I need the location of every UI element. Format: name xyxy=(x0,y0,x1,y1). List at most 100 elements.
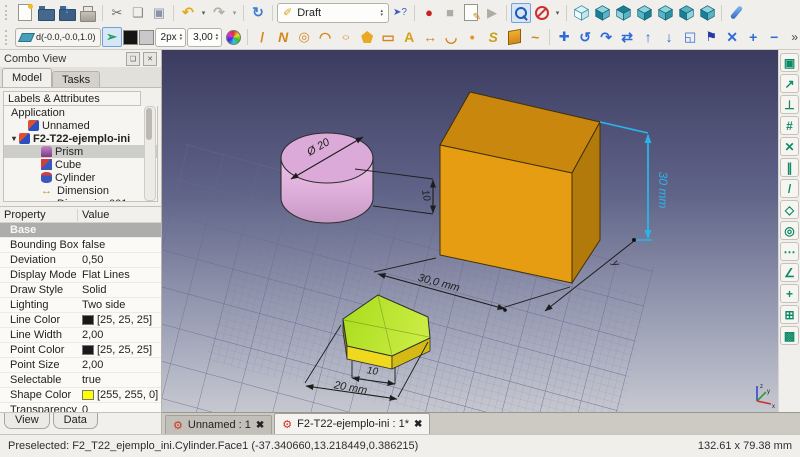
tree-item-f2-t22-ejemplo-ini[interactable]: ▾ F2-T22-ejemplo-ini xyxy=(4,132,157,145)
tab-view[interactable]: View xyxy=(4,413,50,429)
tree-item-dimension001[interactable]: Dimension001 xyxy=(4,197,157,202)
view-top-icon[interactable] xyxy=(613,3,633,23)
property-line-width[interactable]: Line Width 2,00 xyxy=(0,328,161,343)
snap-perpendicular-icon[interactable]: ⊥ xyxy=(780,95,799,114)
tab-data[interactable]: Data xyxy=(53,413,98,429)
property-point-size[interactable]: Point Size 2,00 xyxy=(0,358,161,373)
snap-endpoint-icon[interactable]: ↗ xyxy=(780,74,799,93)
property-lighting[interactable]: Lighting Two side xyxy=(0,298,161,313)
snap-toggle-button[interactable]: ➢ xyxy=(102,27,122,47)
property-deviation[interactable]: Deviation 0,50 xyxy=(0,253,161,268)
snap-working-plane-icon[interactable]: ⊞ xyxy=(780,305,799,324)
tree-item-application[interactable]: Application xyxy=(4,106,157,119)
property-line-color[interactable]: Line Color [25, 25, 25] xyxy=(0,313,161,328)
refresh-icon[interactable]: ↻ xyxy=(248,3,268,23)
draft-circle-icon[interactable]: ◎ xyxy=(294,27,314,47)
tab-model[interactable]: Model xyxy=(2,68,52,87)
property-transparency[interactable]: Transparency 0 xyxy=(0,403,161,412)
tree-item-prism[interactable]: Prism xyxy=(4,145,157,158)
property-selectable[interactable]: Selectable true xyxy=(0,373,161,388)
draft-trim-icon[interactable]: ⇄ xyxy=(617,27,637,47)
view-front-icon[interactable] xyxy=(592,3,612,23)
undo-icon[interactable]: ↶ xyxy=(178,3,198,23)
3d-viewport[interactable]: Ø 20 10 30 mm 30,0 mm y 10 xyxy=(162,50,778,412)
draft-facebinder-icon[interactable] xyxy=(504,27,524,47)
doc-tab-f2-t22[interactable]: ⚙ F2-T22-ejemplo-ini : 1* ✖ xyxy=(274,413,430,434)
view-bottom-icon[interactable] xyxy=(676,3,696,23)
tree-column-header[interactable]: Labels & Attributes xyxy=(3,91,141,106)
copy-icon[interactable]: ❏ xyxy=(128,3,148,23)
draft-point-icon[interactable]: • xyxy=(462,27,482,47)
tree-item-cylinder[interactable]: Cylinder xyxy=(4,171,157,184)
draft-scale-icon[interactable]: ◱ xyxy=(680,27,700,47)
snap-near-icon[interactable]: / xyxy=(780,179,799,198)
snap-intersection-icon[interactable]: ✕ xyxy=(780,137,799,156)
draft-arc-icon[interactable]: ◠ xyxy=(315,27,335,47)
expander-icon[interactable]: ▾ xyxy=(12,134,16,143)
snap-parallel-icon[interactable]: ∥ xyxy=(780,158,799,177)
macro-stop-icon[interactable]: ■ xyxy=(440,3,460,23)
draft-subelement-icon[interactable]: ⚑ xyxy=(701,27,721,47)
property-bounding-box[interactable]: Bounding Box false xyxy=(0,238,161,253)
property-point-color[interactable]: Point Color [25, 25, 25] xyxy=(0,343,161,358)
draw-style-icon[interactable] xyxy=(532,3,552,23)
panel-float-icon[interactable]: ❏ xyxy=(126,52,140,66)
doc-tab-unnamed[interactable]: ⚙ Unnamed : 1 ✖ xyxy=(165,415,272,434)
property-draw-style[interactable]: Draw Style Solid xyxy=(0,283,161,298)
autogroup-color-wheel-icon[interactable] xyxy=(223,27,243,47)
draft-upgrade-icon[interactable]: ↑ xyxy=(638,27,658,47)
draft-split-icon[interactable]: ✕ xyxy=(722,27,742,47)
snap-angle-icon[interactable]: ∠ xyxy=(780,263,799,282)
view-left-icon[interactable] xyxy=(697,3,717,23)
property-group-base[interactable]: Base xyxy=(0,223,161,238)
draft-move-icon[interactable]: ✚ xyxy=(554,27,574,47)
cube-shape[interactable] xyxy=(440,92,600,283)
cut-icon[interactable]: ✂ xyxy=(107,3,127,23)
tree-scrollbar[interactable] xyxy=(144,106,156,201)
snap-dimensions-icon[interactable]: ⋯ xyxy=(780,242,799,261)
paste-icon[interactable]: ▣ xyxy=(149,3,169,23)
redo-icon[interactable]: ↷ xyxy=(209,3,229,23)
toggle-grid-icon[interactable]: ▩ xyxy=(780,326,799,345)
view-right-icon[interactable] xyxy=(634,3,654,23)
draft-add-point-icon[interactable]: + xyxy=(743,27,763,47)
draft-text-icon[interactable]: A xyxy=(399,27,419,47)
snap-grid-icon[interactable]: # xyxy=(780,116,799,135)
draft-bezier-icon[interactable]: ~ xyxy=(525,27,545,47)
macro-edit-icon[interactable] xyxy=(461,3,481,23)
new-file-icon[interactable] xyxy=(15,3,35,23)
tree-scrollbar-thumb[interactable] xyxy=(146,108,152,140)
tree-item-dimension[interactable]: Dimension xyxy=(4,184,157,197)
draft-fillet-icon[interactable]: ◡ xyxy=(441,27,461,47)
tree-item-unnamed[interactable]: Unnamed xyxy=(4,119,157,132)
measure-icon[interactable] xyxy=(726,3,746,23)
draft-rectangle-icon[interactable]: ▭ xyxy=(378,27,398,47)
close-icon[interactable]: ✖ xyxy=(414,419,422,430)
draft-offset-icon[interactable]: ↷ xyxy=(596,27,616,47)
toolbar-overflow-icon[interactable]: » xyxy=(791,30,798,44)
panel-close-icon[interactable]: ✕ xyxy=(143,52,157,66)
font-size-spinner[interactable]: 3,00 xyxy=(187,28,222,47)
draft-shapestring-icon[interactable]: S xyxy=(483,27,503,47)
draft-del-point-icon[interactable]: − xyxy=(764,27,784,47)
draw-style-dropdown-icon[interactable]: ▾ xyxy=(553,3,562,23)
view-axonometric-icon[interactable] xyxy=(571,3,591,23)
tab-tasks[interactable]: Tasks xyxy=(52,71,100,87)
close-icon[interactable]: ✖ xyxy=(256,420,264,431)
print-icon[interactable] xyxy=(78,3,98,23)
macro-play-icon[interactable]: ▶ xyxy=(482,3,502,23)
snap-special-icon[interactable]: ◇ xyxy=(780,200,799,219)
snap-lock-icon[interactable]: ▣ xyxy=(780,53,799,72)
line-width-spinner[interactable]: 2px xyxy=(155,28,187,47)
draft-polygon-icon[interactable] xyxy=(357,27,377,47)
view-rear-icon[interactable] xyxy=(655,3,675,23)
face-color-swatch[interactable] xyxy=(139,30,154,45)
toolbar-handle[interactable] xyxy=(5,5,12,20)
draft-downgrade-icon[interactable]: ↓ xyxy=(659,27,679,47)
draft-ellipse-icon[interactable]: ○ xyxy=(336,31,356,43)
draft-line-icon[interactable]: / xyxy=(252,27,272,47)
snap-center-icon[interactable]: ◎ xyxy=(780,221,799,240)
workbench-selector[interactable]: ✐ Draft xyxy=(277,3,389,23)
draft-wire-icon[interactable]: N xyxy=(273,27,293,47)
snap-extension-icon[interactable]: + xyxy=(780,284,799,303)
